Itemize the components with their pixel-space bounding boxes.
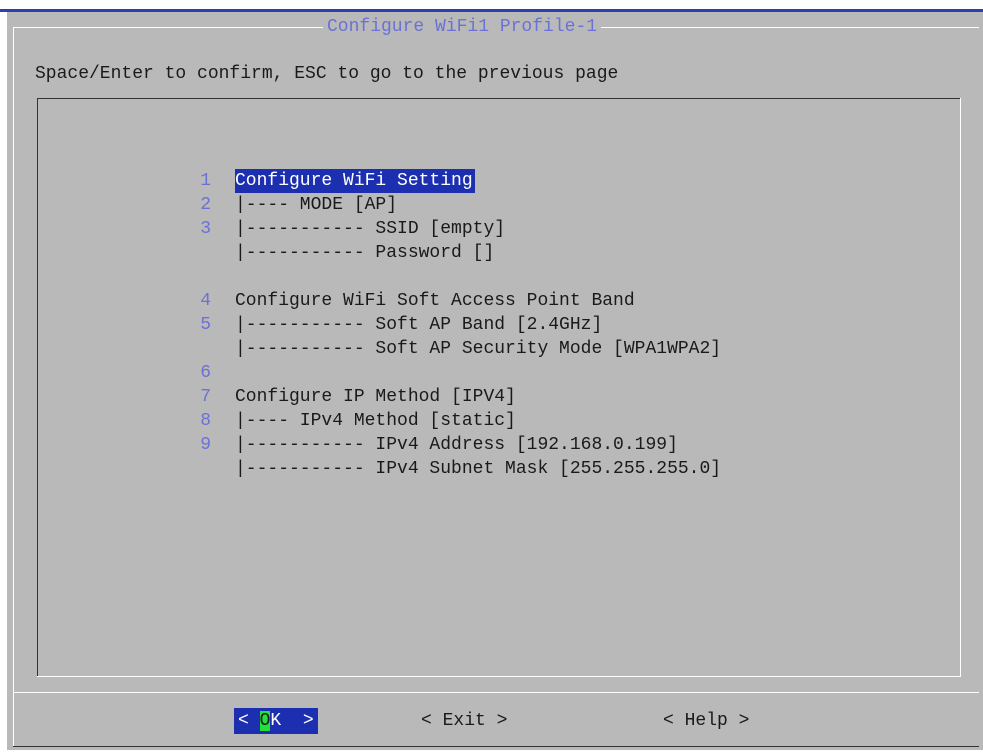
menu-item-number: 9 xyxy=(200,435,211,455)
menu-item-ip-method[interactable]: 6 Configure IP Method [IPV4] xyxy=(37,337,937,407)
ok-button-rest: K > xyxy=(270,711,314,731)
menu-item-mode[interactable]: 1 |---- MODE [AP] xyxy=(37,145,937,215)
menu-item-configure-wifi-setting[interactable]: Configure WiFi Setting xyxy=(37,121,937,193)
menu-item-label: |----------- Soft AP Band [2.4GHz] xyxy=(235,315,603,335)
button-bar-divider xyxy=(13,692,979,693)
menu-item-label: |----------- IPv4 Address [192.168.0.199… xyxy=(235,435,678,455)
configure-wifi-dialog: Configure WiFi1 Profile-1 Space/Enter to… xyxy=(7,12,983,750)
menu-item-number: 5 xyxy=(200,315,211,335)
menu-item-password[interactable]: 3 |----------- Password [] xyxy=(37,193,937,263)
menu-item-number: 3 xyxy=(200,219,211,239)
menu-item-label: |----------- SSID [empty] xyxy=(235,219,506,239)
menu-item-ipv4-address[interactable]: 8 |----------- IPv4 Address [192.168.0.1… xyxy=(37,385,937,455)
menu-item-ipv4-method[interactable]: 7 |---- IPv4 Method [static] xyxy=(37,361,937,431)
menu-item-soft-ap-band[interactable]: 4 |----------- Soft AP Band [2.4GHz] xyxy=(37,265,937,335)
ok-button-open: < xyxy=(238,711,260,731)
menu-item-soft-ap-band-header[interactable]: Configure WiFi Soft Access Point Band xyxy=(37,241,937,311)
dialog-border-left xyxy=(13,27,14,747)
menu-item-label: |----------- IPv4 Subnet Mask [255.255.2… xyxy=(235,459,722,479)
instructions-text: Space/Enter to confirm, ESC to go to the… xyxy=(35,64,619,84)
exit-button[interactable]: < Exit > xyxy=(421,708,507,734)
menu-item-soft-ap-security-mode[interactable]: 5 |----------- Soft AP Security Mode [WP… xyxy=(37,289,937,359)
menu-item-ipv4-subnet-mask[interactable]: 9 |----------- IPv4 Subnet Mask [255.255… xyxy=(37,409,937,479)
ok-button[interactable]: < OK > xyxy=(234,708,318,734)
menu-list: Configure WiFi Setting 1 |---- MODE [AP]… xyxy=(37,98,961,677)
help-button[interactable]: < Help > xyxy=(663,708,749,734)
button-bar: < OK > < Exit > < Help > xyxy=(7,708,983,734)
dialog-title: Configure WiFi1 Profile-1 xyxy=(323,16,602,38)
ok-button-hotkey: O xyxy=(259,711,271,731)
dialog-border-bottom xyxy=(13,746,979,747)
menu-item-ssid[interactable]: 2 |----------- SSID [empty] xyxy=(37,169,937,239)
